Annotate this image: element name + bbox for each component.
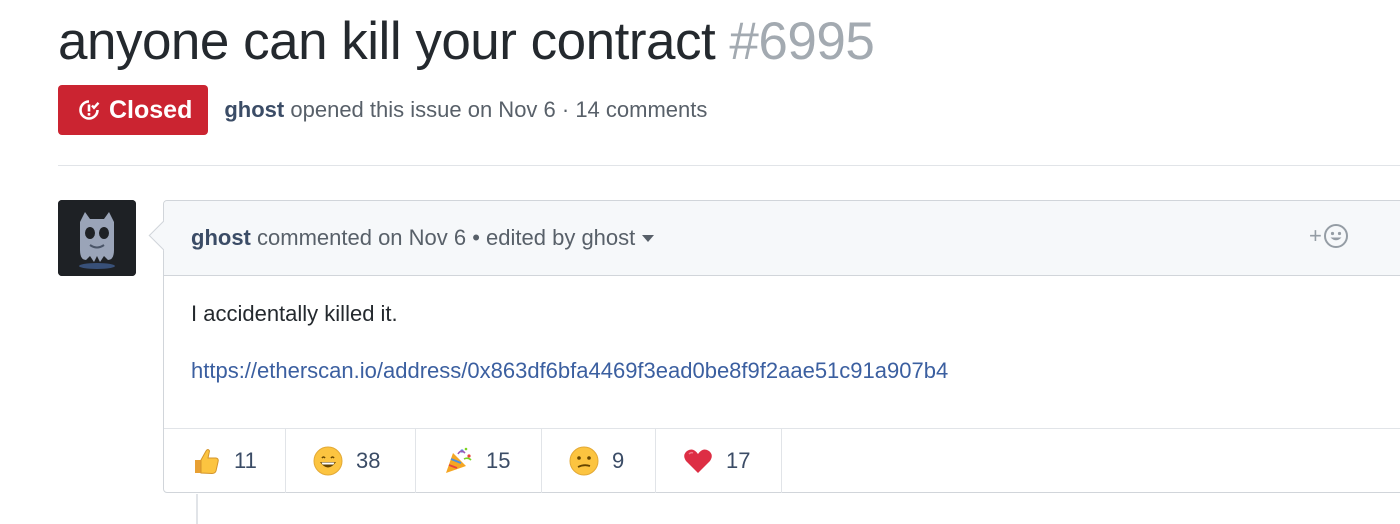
- laugh-icon: [313, 446, 343, 476]
- reaction-laugh[interactable]: 38: [286, 429, 416, 493]
- etherscan-link[interactable]: https://etherscan.io/address/0x863df6bfa…: [191, 358, 1385, 384]
- status-badge: Closed: [58, 85, 209, 135]
- issue-closed-icon: [79, 100, 100, 120]
- reaction-tada[interactable]: 15: [416, 429, 542, 493]
- issue-title-text: anyone can kill your contract: [58, 12, 716, 71]
- comment-header: ghost commented on Nov 6 • edited by gho…: [164, 201, 1400, 276]
- ghost-avatar-icon: [58, 200, 136, 276]
- reaction-count: 38: [356, 448, 381, 473]
- reaction-count: 9: [612, 448, 625, 473]
- timeline-line: [196, 494, 198, 524]
- issue-title: anyone can kill your contract #6995: [58, 10, 875, 74]
- smiley-icon: [1323, 224, 1348, 248]
- reactions-bar: 11 38 15 9 17: [164, 428, 1400, 493]
- comment-author-link[interactable]: ghost: [191, 225, 251, 251]
- comment-box: ghost commented on Nov 6 • edited by gho…: [148, 200, 1400, 493]
- comment-text: I accidentally killed it.: [191, 301, 398, 326]
- thumbs-up-icon: [195, 449, 219, 475]
- header-divider: [58, 165, 1400, 166]
- confused-icon: [569, 446, 599, 476]
- reaction-heart[interactable]: 17: [656, 429, 782, 493]
- heart-icon: [684, 449, 712, 473]
- tada-icon: [446, 447, 472, 473]
- issue-opened-info: ghost opened this issue on Nov 6 · 14 co…: [224, 97, 707, 123]
- avatar[interactable]: [58, 200, 136, 276]
- reaction-thumbs-up[interactable]: 11: [164, 429, 286, 493]
- reaction-count: 17: [726, 448, 751, 473]
- issue-opened-text: opened this issue on Nov 6 · 14 comments: [290, 97, 708, 122]
- issue-author-link[interactable]: ghost: [224, 97, 284, 122]
- reaction-count: 11: [234, 448, 257, 473]
- status-label: Closed: [109, 95, 193, 124]
- reaction-confused[interactable]: 9: [542, 429, 656, 493]
- add-reaction-plus: +: [1309, 223, 1322, 248]
- issue-meta: Closed ghost opened this issue on Nov 6 …: [58, 85, 707, 135]
- issue-number: #6995: [729, 12, 875, 71]
- edit-history-dropdown-icon[interactable]: [642, 234, 655, 242]
- add-reaction-button[interactable]: +: [1309, 223, 1349, 249]
- comment-body: I accidentally killed it. https://ethers…: [164, 276, 1400, 384]
- reaction-count: 15: [486, 448, 511, 473]
- comment-meta-text: commented on Nov 6 • edited by ghost: [257, 225, 636, 250]
